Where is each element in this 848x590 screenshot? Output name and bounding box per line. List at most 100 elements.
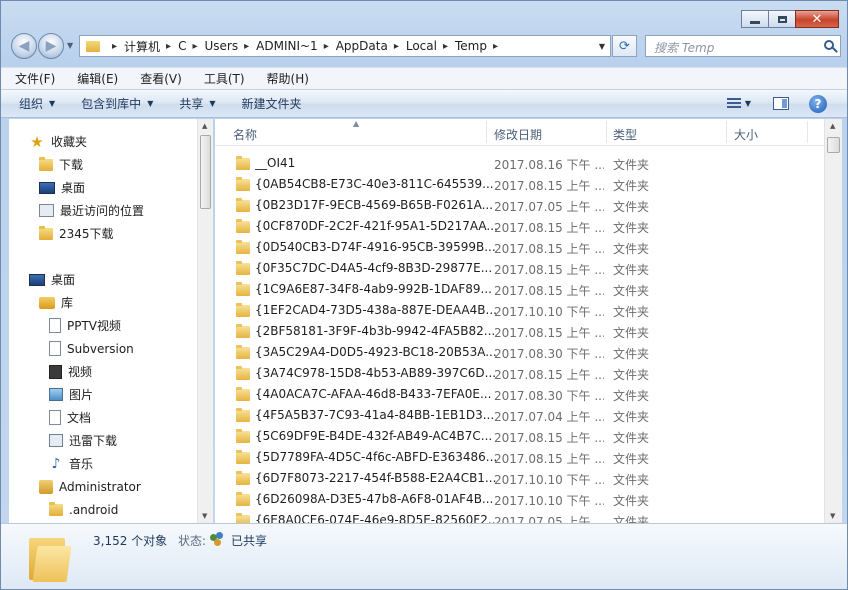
file-date: 2017.07.04 上午 ... bbox=[494, 410, 604, 424]
back-button[interactable]: ◀ bbox=[11, 33, 37, 59]
organize-button[interactable]: 组织 ▼ bbox=[19, 95, 55, 112]
search-icon[interactable] bbox=[824, 40, 834, 50]
scrollbar-thumb[interactable] bbox=[827, 137, 840, 153]
include-in-library-label: 包含到库中 bbox=[81, 97, 142, 111]
file-row[interactable]: {6E8A0CE6-074E-46e9-8D5E-82560F2... 2017.… bbox=[215, 510, 824, 523]
breadcrumb-separator[interactable]: ▸ bbox=[112, 41, 117, 52]
file-row[interactable]: {3A74C978-15D8-4b53-AB89-397C6D... 2017.0… bbox=[215, 363, 824, 384]
breadcrumb-separator[interactable]: ▸ bbox=[324, 41, 329, 52]
folder-icon bbox=[236, 240, 250, 254]
preview-pane-icon[interactable] bbox=[773, 97, 789, 110]
file-row[interactable]: {0B23D17F-9ECB-4569-B65B-F0261A... 2017.0… bbox=[215, 195, 824, 216]
nav-videos[interactable]: 视频 bbox=[49, 361, 92, 382]
file-list-scrollbar[interactable]: ▲ ▼ bbox=[824, 119, 842, 523]
minimize-button[interactable] bbox=[741, 10, 769, 28]
chevron-down-icon: ▼ bbox=[49, 99, 56, 108]
file-name: {2BF58181-3F9F-4b3b-9942-4FA5B82... bbox=[255, 324, 496, 338]
folder-icon bbox=[236, 387, 250, 401]
help-icon[interactable]: ? bbox=[809, 95, 827, 113]
column-divider[interactable] bbox=[807, 121, 808, 143]
navigation-scrollbar[interactable]: ▲ ▼ bbox=[197, 119, 213, 523]
nav-label: Administrator bbox=[59, 479, 141, 494]
nav-2345-downloads[interactable]: 2345下载 bbox=[39, 223, 114, 244]
breadcrumb-separator[interactable]: ▸ bbox=[244, 41, 249, 52]
scrollbar-thumb[interactable] bbox=[200, 135, 211, 209]
breadcrumb-admini[interactable]: ADMINI~1 bbox=[256, 39, 318, 53]
nav-downloads[interactable]: 下载 bbox=[39, 154, 83, 175]
search-placeholder: 搜索 Temp bbox=[654, 41, 715, 55]
file-row[interactable]: {1EF2CAD4-73D5-438a-887E-DEAA4B... 2017.1… bbox=[215, 300, 824, 321]
file-row[interactable]: {0F35C7DC-D4A5-4cf9-8B3D-29877E... 2017.0… bbox=[215, 258, 824, 279]
breadcrumb-separator[interactable]: ▸ bbox=[443, 41, 448, 52]
address-history-dropdown[interactable]: ▼ bbox=[599, 42, 605, 51]
recent-pages-dropdown[interactable]: ▼ bbox=[67, 41, 73, 50]
file-row[interactable]: {0D540CB3-D74F-4916-95CB-39599B... 2017.0… bbox=[215, 237, 824, 258]
file-date: 2017.08.15 上午 ... bbox=[494, 368, 604, 382]
breadcrumb-separator[interactable]: ▸ bbox=[166, 41, 171, 52]
refresh-button[interactable]: ⟳ bbox=[612, 35, 637, 57]
column-type[interactable]: 类型 bbox=[613, 126, 637, 143]
close-button[interactable]: ✕ bbox=[795, 10, 839, 28]
file-name: {0B23D17F-9ECB-4569-B65B-F0261A... bbox=[255, 198, 494, 212]
share-button[interactable]: 共享 ▼ bbox=[179, 95, 215, 112]
file-row[interactable]: {4F5A5B37-7C93-41a4-84BB-1EB1D3... 2017.0… bbox=[215, 405, 824, 426]
scroll-up-icon[interactable]: ▲ bbox=[830, 122, 835, 130]
column-divider[interactable] bbox=[486, 121, 487, 143]
menu-tools[interactable]: 工具(T) bbox=[200, 69, 249, 88]
column-divider[interactable] bbox=[606, 121, 607, 143]
file-row[interactable]: __OI41 2017.08.16 下午 ... 文件夹 bbox=[215, 153, 824, 174]
nav-desktop[interactable]: 桌面 bbox=[29, 269, 75, 290]
forward-button[interactable]: ▶ bbox=[38, 33, 64, 59]
file-row[interactable]: {2BF58181-3F9F-4b3b-9942-4FA5B82... 2017.… bbox=[215, 321, 824, 342]
menu-file[interactable]: 文件(F) bbox=[11, 69, 59, 88]
breadcrumb-separator[interactable]: ▸ bbox=[493, 41, 498, 52]
nav-pictures[interactable]: 图片 bbox=[49, 384, 93, 405]
file-row[interactable]: {3A5C29A4-D0D5-4923-BC18-20B53A... 2017.0… bbox=[215, 342, 824, 363]
breadcrumb-separator[interactable]: ▸ bbox=[394, 41, 399, 52]
maximize-button[interactable] bbox=[768, 10, 796, 28]
column-divider[interactable] bbox=[726, 121, 727, 143]
change-view-icon[interactable] bbox=[727, 98, 741, 110]
breadcrumb-separator[interactable]: ▸ bbox=[192, 41, 197, 52]
nav-music[interactable]: ♪ 音乐 bbox=[49, 453, 93, 474]
menu-edit[interactable]: 编辑(E) bbox=[73, 69, 122, 88]
file-row[interactable]: {1C9A6E87-34F8-4ab9-992B-1DAF89... 2017.0… bbox=[215, 279, 824, 300]
nav-libraries[interactable]: 库 bbox=[39, 292, 73, 313]
view-options-dropdown[interactable]: ▼ bbox=[745, 99, 751, 108]
nav-subversion[interactable]: Subversion bbox=[49, 338, 134, 359]
column-name[interactable]: 名称 bbox=[233, 126, 257, 143]
nav-android[interactable]: .android bbox=[49, 499, 118, 520]
breadcrumb-appdata[interactable]: AppData bbox=[336, 39, 388, 53]
file-date: 2017.08.15 上午 ... bbox=[494, 284, 604, 298]
breadcrumb-computer[interactable]: 计算机 bbox=[124, 38, 160, 55]
menu-view[interactable]: 查看(V) bbox=[136, 69, 186, 88]
breadcrumb-users[interactable]: Users bbox=[205, 39, 239, 53]
include-in-library-button[interactable]: 包含到库中 ▼ bbox=[81, 95, 153, 112]
nav-favorites[interactable]: ★ 收藏夹 bbox=[29, 131, 87, 152]
nav-thunder-downloads[interactable]: 迅雷下载 bbox=[49, 430, 117, 451]
file-row[interactable]: {5D7789FA-4D5C-4f6c-ABFD-E363486... 2017.… bbox=[215, 447, 824, 468]
file-row[interactable]: {0AB54CB8-E73C-40e3-811C-645539... 2017.0… bbox=[215, 174, 824, 195]
scroll-down-icon[interactable]: ▼ bbox=[202, 512, 207, 520]
breadcrumb-c[interactable]: C bbox=[178, 39, 186, 53]
file-row[interactable]: {6D26098A-D3E5-47b8-A6F8-01AF4B... 2017.1… bbox=[215, 489, 824, 510]
file-row[interactable]: {6D7F8073-2217-454f-B588-E2A4CB1... 2017.… bbox=[215, 468, 824, 489]
file-row[interactable]: {4A0ACA7C-AFAA-46d8-B433-7EFA0E... 2017.0… bbox=[215, 384, 824, 405]
nav-desktop-fav[interactable]: 桌面 bbox=[39, 177, 85, 198]
nav-documents[interactable]: 文档 bbox=[49, 407, 91, 428]
breadcrumb-local[interactable]: Local bbox=[406, 39, 437, 53]
new-folder-button[interactable]: 新建文件夹 bbox=[242, 95, 302, 112]
nav-administrator[interactable]: Administrator bbox=[39, 476, 141, 497]
scroll-down-icon[interactable]: ▼ bbox=[830, 512, 835, 520]
nav-recent-places[interactable]: 最近访问的位置 bbox=[39, 200, 144, 221]
breadcrumb-temp[interactable]: Temp bbox=[455, 39, 487, 53]
column-size[interactable]: 大小 bbox=[734, 126, 758, 143]
file-row[interactable]: {0CF870DF-2C2F-421f-95A1-5D217AA... 2017.… bbox=[215, 216, 824, 237]
column-modified[interactable]: 修改日期 bbox=[494, 126, 542, 143]
nav-pptv[interactable]: PPTV视频 bbox=[49, 315, 121, 336]
search-box[interactable]: 搜索 Temp bbox=[645, 35, 841, 57]
menu-help[interactable]: 帮助(H) bbox=[263, 69, 313, 88]
address-bar[interactable]: ▸ 计算机 ▸ C ▸ Users ▸ ADMINI~1 ▸ AppData ▸… bbox=[79, 35, 611, 57]
scroll-up-icon[interactable]: ▲ bbox=[202, 122, 207, 130]
file-row[interactable]: {5C69DF9E-B4DE-432f-AB49-AC4B7C... 2017.0… bbox=[215, 426, 824, 447]
